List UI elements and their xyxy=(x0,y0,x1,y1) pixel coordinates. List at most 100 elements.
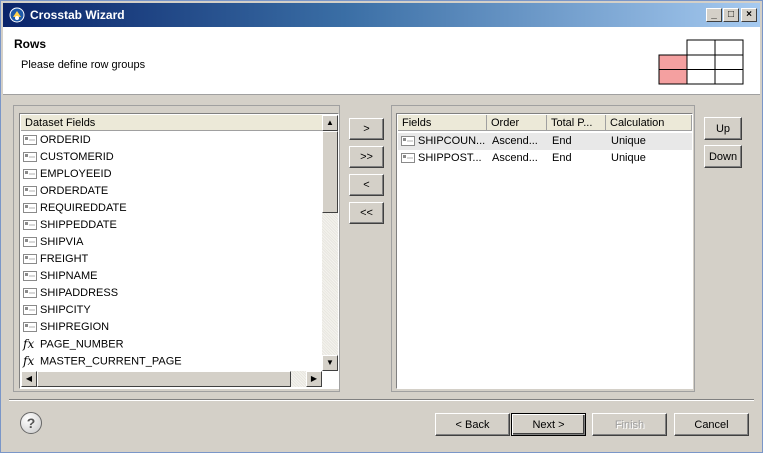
group-calculation-cell-text: Unique xyxy=(611,152,646,164)
dataset-field-item[interactable]: REQUIREDDATE xyxy=(23,200,127,217)
group-order-cell-text: Ascend... xyxy=(492,135,538,147)
title-bar[interactable]: Crosstab Wizard _ □ × xyxy=(3,3,760,27)
group-total-cell: End xyxy=(552,133,606,150)
field-icon xyxy=(23,237,37,248)
group-order-cell: Ascend... xyxy=(492,150,548,167)
group-order-cell: Ascend... xyxy=(492,133,548,150)
field-icon xyxy=(23,305,37,316)
dataset-field-label: SHIPNAME xyxy=(40,270,98,282)
dataset-field-item[interactable]: ORDERDATE xyxy=(23,183,108,200)
h-scroll-thumb[interactable] xyxy=(37,371,291,387)
app-icon xyxy=(9,7,25,23)
close-icon[interactable]: × xyxy=(741,8,757,22)
cancel-button[interactable]: Cancel xyxy=(674,413,749,436)
field-icon xyxy=(23,135,37,146)
scroll-down-icon[interactable]: ▼ xyxy=(322,355,338,371)
group-field-cell: SHIPPOST... xyxy=(401,150,487,167)
dataset-field-label: SHIPPEDDATE xyxy=(40,219,117,231)
dataset-field-label: PAGE_NUMBER xyxy=(40,338,124,351)
dataset-vertical-scrollbar[interactable]: ▲ ▼ xyxy=(322,115,338,371)
field-icon xyxy=(23,322,37,333)
dataset-field-label: SHIPADDRESS xyxy=(40,287,119,299)
field-icon xyxy=(23,271,37,282)
finish-button[interactable]: Finish xyxy=(592,413,667,436)
dataset-field-item[interactable]: SHIPCITY xyxy=(23,302,91,319)
group-field-cell: SHIPCOUN... xyxy=(401,133,487,150)
dataset-list-header: Dataset Fields xyxy=(21,115,322,131)
group-order-cell-text: Ascend... xyxy=(492,152,538,164)
dataset-field-label: FREIGHT xyxy=(40,253,89,265)
move-down-button[interactable]: Down xyxy=(704,145,742,168)
group-total-cell-text: End xyxy=(552,135,572,147)
scroll-thumb[interactable] xyxy=(322,131,338,213)
dataset-fields-list[interactable]: Dataset Fields ORDERID CUSTOMERID EMPLOYEE… xyxy=(19,113,339,389)
table-row[interactable]: SHIPCOUN... Ascend... End Unique xyxy=(398,133,692,150)
footer-separator xyxy=(9,399,754,401)
back-button[interactable]: < Back xyxy=(435,413,510,436)
fx-icon: fx xyxy=(23,337,35,351)
dataset-horizontal-scrollbar[interactable]: ◀ ▶ xyxy=(21,371,322,387)
field-icon xyxy=(23,288,37,299)
maximize-icon[interactable]: □ xyxy=(723,8,739,22)
add-field-button[interactable]: > xyxy=(349,118,384,140)
dataset-field-label: SHIPREGION xyxy=(40,321,110,333)
group-field-cell-text: SHIPCOUN... xyxy=(418,135,486,147)
add-all-fields-button[interactable]: >> xyxy=(349,146,384,168)
row-groups-table[interactable]: Fields Order Total P... Calculation SHIP… xyxy=(396,113,693,389)
group-calculation-cell: Unique xyxy=(611,133,691,150)
next-button[interactable]: Next > xyxy=(511,413,586,436)
group-total-cell: End xyxy=(552,150,606,167)
dataset-field-item[interactable]: SHIPREGION xyxy=(23,319,109,336)
col-order-header[interactable]: Order xyxy=(487,115,547,131)
field-icon xyxy=(23,152,37,163)
field-icon xyxy=(23,169,37,180)
dataset-field-item[interactable]: EMPLOYEEID xyxy=(23,166,112,183)
wizard-header: Rows Please define row groups xyxy=(3,27,760,95)
group-calculation-cell: Unique xyxy=(611,150,691,167)
dataset-field-label: MASTER_CURRENT_PAGE xyxy=(40,355,182,368)
minimize-icon[interactable]: _ xyxy=(706,8,722,22)
page-subtitle: Please define row groups xyxy=(21,59,146,71)
dataset-field-item[interactable]: FREIGHT xyxy=(23,251,88,268)
move-up-button[interactable]: Up xyxy=(704,117,742,140)
col-total-header[interactable]: Total P... xyxy=(547,115,606,131)
scroll-left-icon[interactable]: ◀ xyxy=(21,371,37,387)
remove-field-button[interactable]: < xyxy=(349,174,384,196)
col-calculation-header[interactable]: Calculation xyxy=(606,115,692,131)
remove-all-fields-button[interactable]: << xyxy=(349,202,384,224)
dataset-field-label: ORDERDATE xyxy=(40,185,109,197)
fx-icon: fx xyxy=(23,354,35,368)
dataset-field-label: EMPLOYEEID xyxy=(40,168,112,180)
page-title: Rows xyxy=(14,37,47,51)
dataset-field-label: REQUIREDDATE xyxy=(40,202,127,214)
scroll-up-icon[interactable]: ▲ xyxy=(322,115,338,131)
group-calculation-cell-text: Unique xyxy=(611,135,646,147)
field-icon xyxy=(23,203,37,214)
field-icon xyxy=(401,136,415,147)
field-icon xyxy=(401,153,415,164)
table-row[interactable]: SHIPPOST... Ascend... End Unique xyxy=(398,150,692,167)
dataset-field-item[interactable]: fx MASTER_CURRENT_PAGE xyxy=(23,353,182,370)
dataset-field-item[interactable]: CUSTOMERID xyxy=(23,149,114,166)
col-fields-header[interactable]: Fields xyxy=(398,115,487,131)
dataset-field-item[interactable]: SHIPNAME xyxy=(23,268,97,285)
crosstab-rows-grid-icon xyxy=(658,39,744,85)
scroll-right-icon[interactable]: ▶ xyxy=(306,371,322,387)
dataset-field-label: SHIPCITY xyxy=(40,304,91,316)
field-icon xyxy=(23,254,37,265)
field-icon xyxy=(23,220,37,231)
group-field-cell-text: SHIPPOST... xyxy=(418,152,482,164)
dataset-field-item[interactable]: SHIPPEDDATE xyxy=(23,217,117,234)
field-icon xyxy=(23,186,37,197)
help-icon[interactable]: ? xyxy=(20,412,42,434)
dataset-field-item[interactable]: fx PAGE_NUMBER xyxy=(23,336,124,353)
dataset-field-label: CUSTOMERID xyxy=(40,151,114,163)
dataset-field-label: ORDERID xyxy=(40,134,91,146)
window-title: Crosstab Wizard xyxy=(30,8,125,22)
dataset-field-label: SHIPVIA xyxy=(40,236,84,248)
dataset-field-item[interactable]: SHIPADDRESS xyxy=(23,285,118,302)
dataset-field-item[interactable]: ORDERID xyxy=(23,132,91,149)
crosstab-wizard-window: Crosstab Wizard _ □ × Rows Please define… xyxy=(0,0,763,453)
dataset-field-item[interactable]: SHIPVIA xyxy=(23,234,83,251)
groups-table-header: Fields Order Total P... Calculation xyxy=(398,115,692,131)
